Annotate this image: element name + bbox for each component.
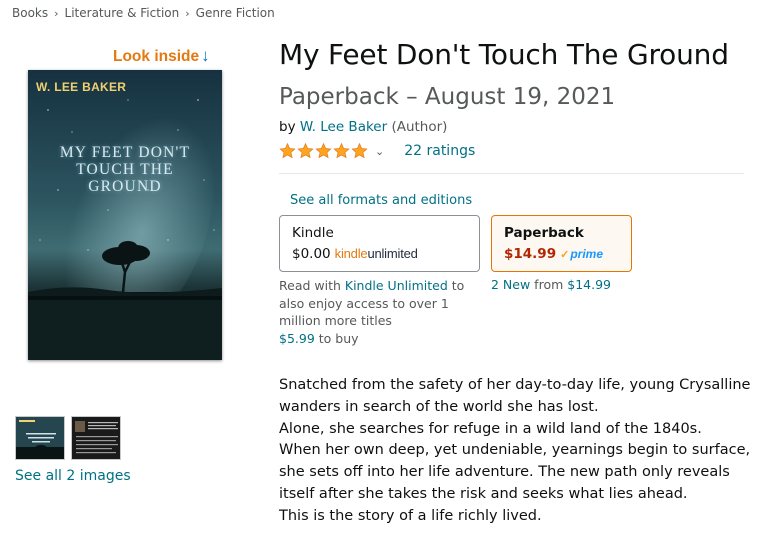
down-arrow-icon: ↓: [201, 46, 210, 65]
format-paperback-price: $14.99: [504, 246, 557, 262]
chevron-down-icon[interactable]: ⌄: [375, 145, 384, 158]
book-description: Snatched from the safety of her day-to-d…: [279, 375, 759, 528]
ratings-count-link[interactable]: 22 ratings: [404, 143, 475, 159]
divider: [279, 173, 744, 174]
description-line: wanders in search of the world she has l…: [279, 398, 599, 415]
description-line: This is the story of a life richly lived…: [279, 507, 542, 524]
buy-kindle-price-link[interactable]: $5.99: [279, 331, 315, 346]
prime-check-icon: ✓: [560, 249, 570, 261]
byline: by W. Lee Baker (Author): [279, 119, 447, 135]
star-icon: [279, 143, 296, 159]
by-label: by: [279, 119, 296, 135]
format-kindle-price: $0.00: [292, 246, 331, 262]
description-line: Alone, she searches for refuge in a wild…: [279, 420, 702, 437]
format-paperback-button[interactable]: Paperback $14.99 ✓ prime: [491, 215, 632, 272]
star-icon: [315, 143, 332, 159]
star-icon: [333, 143, 350, 159]
star-icon: [297, 143, 314, 159]
product-title: My Feet Don't Touch The Ground: [279, 38, 729, 71]
description-line: When her own deep, yet undeniable, yearn…: [279, 442, 751, 459]
buy-suffix: to buy: [314, 330, 359, 346]
breadcrumb: Books › Literature & Fiction › Genre Fic…: [12, 6, 275, 20]
cover-title: MY FEET DON'T TOUCH THE GROUND: [59, 144, 191, 195]
image-thumbnails: [15, 416, 121, 460]
kindle-unlimited-logo: kindleunlimited: [335, 246, 418, 261]
chevron-right-icon: ›: [185, 6, 190, 20]
thumbnail-front-art: [16, 417, 64, 459]
prime-label: prime: [570, 247, 604, 261]
thumbnail-back-art: [72, 417, 120, 459]
rating-row: ⌄ 22 ratings: [279, 143, 475, 159]
kindle-unlimited-logo-u: unlimited: [367, 246, 418, 261]
cover-artwork: [28, 70, 222, 360]
new-from-offer: 2 New from $14.99: [491, 277, 611, 292]
look-inside-button[interactable]: Look inside ↓: [113, 46, 210, 66]
thumbnail-front-cover[interactable]: [15, 416, 65, 460]
chevron-right-icon: ›: [54, 6, 59, 20]
format-kindle-name: Kindle: [292, 225, 334, 241]
breadcrumb-genre-fiction[interactable]: Genre Fiction: [196, 6, 275, 20]
new-from-price-link[interactable]: $14.99: [567, 277, 611, 292]
breadcrumb-literature-fiction[interactable]: Literature & Fiction: [65, 6, 180, 20]
description-line: Snatched from the safety of her day-to-d…: [279, 377, 751, 393]
prime-badge: ✓ prime: [560, 247, 603, 261]
description-line: she sets off into her life adventure. Th…: [279, 464, 730, 481]
see-all-formats-link[interactable]: See all formats and editions: [290, 193, 472, 208]
format-paperback-name: Paperback: [504, 225, 584, 241]
description-line: itself after she takes the risk and seek…: [279, 485, 688, 502]
star-rating[interactable]: [279, 143, 368, 159]
author-role: (Author): [391, 119, 448, 135]
new-offers-link[interactable]: 2 New: [491, 277, 530, 292]
look-inside-label: Look inside: [113, 48, 200, 65]
kindle-unlimited-note: Read with Kindle Unlimited to also enjoy…: [279, 277, 479, 347]
book-cover-image[interactable]: W. LEE BAKER MY FEET DON'T TOUCH THE GRO…: [28, 70, 222, 360]
ku-note-pre: Read with: [279, 278, 345, 293]
star-icon: [351, 143, 368, 159]
new-from-text: from: [530, 277, 568, 292]
thumbnail-back-cover[interactable]: [71, 416, 121, 460]
breadcrumb-books[interactable]: Books: [12, 6, 48, 20]
format-kindle-button[interactable]: Kindle $0.00 kindleunlimited: [279, 215, 480, 272]
kindle-unlimited-link[interactable]: Kindle Unlimited: [345, 278, 448, 293]
product-subtitle: Paperback – August 19, 2021: [279, 84, 616, 110]
author-link[interactable]: W. Lee Baker: [300, 119, 387, 135]
cover-author: W. LEE BAKER: [36, 80, 127, 94]
kindle-unlimited-logo-k: kindle: [334, 246, 368, 261]
see-all-images-link[interactable]: See all 2 images: [15, 468, 131, 484]
